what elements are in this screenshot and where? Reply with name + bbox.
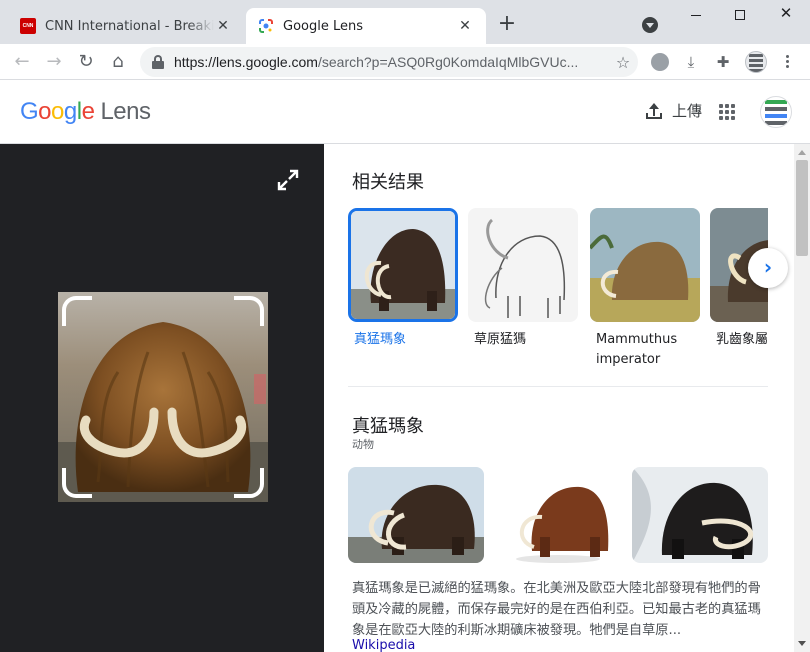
related-thumbnail[interactable] — [468, 208, 578, 322]
related-item[interactable]: 草原猛獁 — [468, 208, 578, 350]
minimize-icon — [691, 15, 701, 16]
tab-title: Google Lens — [283, 18, 363, 34]
bookmark-star-icon[interactable]: ☆ — [608, 53, 638, 72]
browser-tab-strip: CNN CNN International - Breaking News ✕ … — [0, 0, 810, 44]
maximize-button[interactable] — [726, 4, 754, 28]
entity-description: 真猛瑪象是已滅絕的猛瑪象。在北美洲及歐亞大陸北部發現有牠們的骨頭及冷藏的屍體，而… — [352, 581, 761, 638]
logo-letter: o — [51, 98, 64, 125]
tab-cnn[interactable]: CNN CNN International - Breaking News ✕ — [8, 8, 244, 44]
url-host: https://lens.google.com — [174, 54, 318, 70]
url-text[interactable]: https://lens.google.com/search?p=ASQ0Rg0… — [174, 54, 608, 70]
url-path: /search?p=ASQ0Rg0KomdaIqMlbGVUc... — [317, 54, 579, 70]
tab-search-icon[interactable] — [642, 17, 658, 33]
entity-image-strip — [348, 467, 768, 563]
section-divider — [348, 386, 768, 387]
scroll-up-arrow-icon[interactable] — [798, 150, 806, 155]
tab-close-icon[interactable]: ✕ — [214, 18, 232, 34]
logo-letter: G — [20, 98, 39, 125]
extension-icon[interactable] — [651, 53, 669, 71]
address-bar[interactable]: https://lens.google.com/search?p=ASQ0Rg0… — [140, 47, 638, 77]
forward-button[interactable]: → — [42, 50, 66, 74]
browser-toolbar: ← → ↻ ⌂ https://lens.google.com/search?p… — [0, 44, 810, 80]
logo-product-name: Lens — [100, 98, 151, 125]
related-item[interactable]: 真猛瑪象 — [348, 208, 458, 350]
extensions-puzzle-icon[interactable]: ✚ — [714, 53, 732, 71]
entity-subtitle: 动物 — [352, 438, 374, 451]
related-results-heading: 相关结果 — [352, 172, 424, 193]
crop-handle-bottom-left[interactable] — [62, 468, 92, 498]
browser-profile-avatar[interactable] — [745, 51, 767, 73]
related-item-label[interactable]: 真猛瑪象 — [348, 330, 458, 350]
logo-letter: g — [63, 98, 77, 125]
query-image-panel — [0, 144, 324, 652]
minimize-button[interactable] — [682, 4, 710, 28]
entity-title[interactable]: 真猛瑪象 — [352, 412, 424, 438]
entity-image[interactable] — [490, 467, 626, 563]
tab-google-lens[interactable]: Google Lens ✕ — [246, 8, 486, 44]
related-item-label[interactable]: 草原猛獁 — [468, 330, 578, 350]
download-icon[interactable]: ⤓ — [682, 53, 700, 71]
crop-handle-top-left[interactable] — [62, 296, 92, 326]
scrollbar-thumb[interactable] — [796, 160, 808, 256]
account-avatar[interactable] — [760, 96, 792, 128]
window-close-button[interactable]: ✕ — [772, 4, 800, 28]
new-tab-button[interactable]: + — [494, 12, 520, 38]
lens-header: Google Lens 上傳 — [0, 80, 810, 144]
upload-label: 上傳 — [672, 102, 703, 120]
cnn-favicon-icon: CNN — [20, 18, 36, 34]
scroll-down-arrow-icon[interactable] — [798, 641, 806, 646]
wikipedia-source-link[interactable]: Wikipedia — [352, 638, 415, 652]
logo-letter: e — [81, 98, 95, 125]
maximize-icon — [735, 10, 745, 20]
google-lens-favicon-icon — [258, 18, 274, 34]
related-results-carousel: 真猛瑪象 草原猛獁 Mammuthus imperator 乳齒象屬 — [348, 208, 768, 378]
lock-icon[interactable] — [152, 55, 164, 69]
results-scrollbar[interactable] — [794, 144, 810, 652]
browser-menu-icon[interactable] — [780, 53, 794, 71]
google-apps-icon[interactable] — [719, 104, 735, 120]
related-item-label[interactable]: 乳齒象屬 — [710, 330, 768, 350]
related-item[interactable]: Mammuthus imperator — [590, 208, 700, 370]
tab-close-icon[interactable]: ✕ — [456, 18, 474, 34]
carousel-next-button[interactable]: › — [748, 248, 788, 288]
home-button[interactable]: ⌂ — [106, 50, 130, 74]
upload-icon — [644, 101, 664, 121]
results-panel: 相关结果 真猛瑪象 草原猛獁 Mammuthus imperator 乳齒象屬 … — [324, 144, 794, 652]
reload-button[interactable]: ↻ — [74, 50, 98, 74]
google-lens-logo[interactable]: Google Lens — [20, 98, 151, 126]
crop-handle-top-right[interactable] — [234, 296, 264, 326]
tab-title: CNN International - Breaking News — [45, 18, 214, 34]
upload-button[interactable]: 上傳 — [644, 100, 702, 121]
related-thumbnail[interactable] — [348, 208, 458, 322]
logo-letter: o — [38, 98, 52, 125]
entity-image[interactable] — [348, 467, 484, 563]
related-item-label[interactable]: Mammuthus imperator — [590, 330, 700, 370]
crop-handle-bottom-right[interactable] — [234, 468, 264, 498]
back-button[interactable]: ← — [10, 50, 34, 74]
entity-image[interactable] — [632, 467, 768, 563]
related-thumbnail[interactable] — [590, 208, 700, 322]
query-image-mammoth[interactable] — [58, 292, 268, 502]
fullscreen-expand-icon[interactable] — [276, 168, 300, 192]
